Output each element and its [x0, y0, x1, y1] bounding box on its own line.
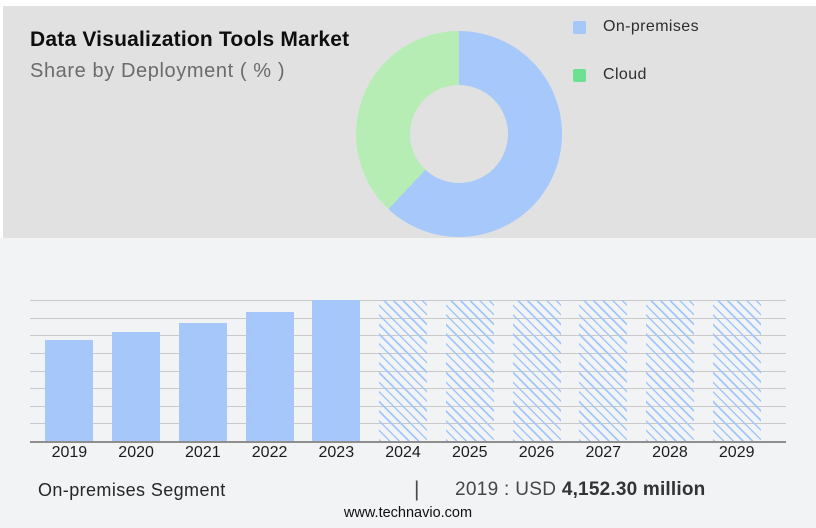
separator-bar: | — [414, 478, 419, 502]
value-prefix: 2019 : USD — [455, 479, 562, 500]
bar-2019 — [45, 340, 93, 441]
legend-swatch-green — [573, 69, 586, 82]
donut-chart — [356, 31, 562, 237]
page-title: Data Visualization Tools Market — [30, 28, 349, 52]
website-text: www.technavio.com — [0, 505, 816, 521]
bar-column-2028 — [637, 300, 704, 441]
page-subtitle: Share by Deployment ( % ) — [30, 60, 285, 83]
x-axis-label-2029: 2029 — [703, 444, 770, 462]
segment-value: 2019 : USD 4,152.30 million — [455, 479, 705, 501]
legend-label: On-premises — [603, 18, 699, 36]
legend-item-on-premises: On-premises — [573, 18, 699, 36]
bar-column-2022 — [236, 300, 303, 441]
bar-column-2023 — [303, 300, 370, 441]
bar-2023 — [312, 300, 360, 441]
forecast-bar-2028 — [646, 300, 694, 441]
value-amount: 4,152.30 million — [562, 479, 706, 500]
forecast-bar-2029 — [713, 300, 761, 441]
footer-caption: On-premises Segment | 2019 : USD 4,152.3… — [0, 478, 816, 506]
x-axis-label-2021: 2021 — [169, 444, 236, 462]
bar-column-2024 — [370, 300, 437, 441]
legend-item-cloud: Cloud — [573, 66, 699, 84]
x-axis-labels: 2019202020212022202320242025202620272028… — [36, 444, 770, 462]
x-axis-label-2027: 2027 — [570, 444, 637, 462]
legend: On-premises Cloud — [573, 18, 699, 114]
x-axis-label-2025: 2025 — [436, 444, 503, 462]
bar-column-2027 — [570, 300, 637, 441]
x-axis-baseline — [30, 441, 786, 443]
bar-column-2020 — [103, 300, 170, 441]
bar-column-2029 — [703, 300, 770, 441]
x-axis-label-2022: 2022 — [236, 444, 303, 462]
forecast-bar-2024 — [379, 300, 427, 441]
bar-column-2026 — [503, 300, 570, 441]
donut-hole — [410, 85, 508, 183]
infographic-page: Data Visualization Tools Market Share by… — [0, 0, 816, 528]
forecast-bar-2027 — [579, 300, 627, 441]
legend-label: Cloud — [603, 66, 647, 84]
bar-2021 — [179, 323, 227, 441]
x-axis-label-2019: 2019 — [36, 444, 103, 462]
x-axis-label-2028: 2028 — [637, 444, 704, 462]
legend-swatch-blue — [573, 21, 586, 34]
x-axis-label-2024: 2024 — [370, 444, 437, 462]
x-axis-label-2023: 2023 — [303, 444, 370, 462]
x-axis-label-2026: 2026 — [503, 444, 570, 462]
bar-2020 — [112, 332, 160, 441]
bar-chart — [36, 300, 770, 441]
bar-2022 — [246, 312, 294, 441]
bar-column-2025 — [436, 300, 503, 441]
segment-label: On-premises Segment — [38, 480, 226, 501]
top-panel: Data Visualization Tools Market Share by… — [3, 6, 816, 238]
bar-column-2019 — [36, 300, 103, 441]
bar-column-2021 — [169, 300, 236, 441]
x-axis-label-2020: 2020 — [103, 444, 170, 462]
forecast-bar-2025 — [446, 300, 494, 441]
forecast-bar-2026 — [513, 300, 561, 441]
